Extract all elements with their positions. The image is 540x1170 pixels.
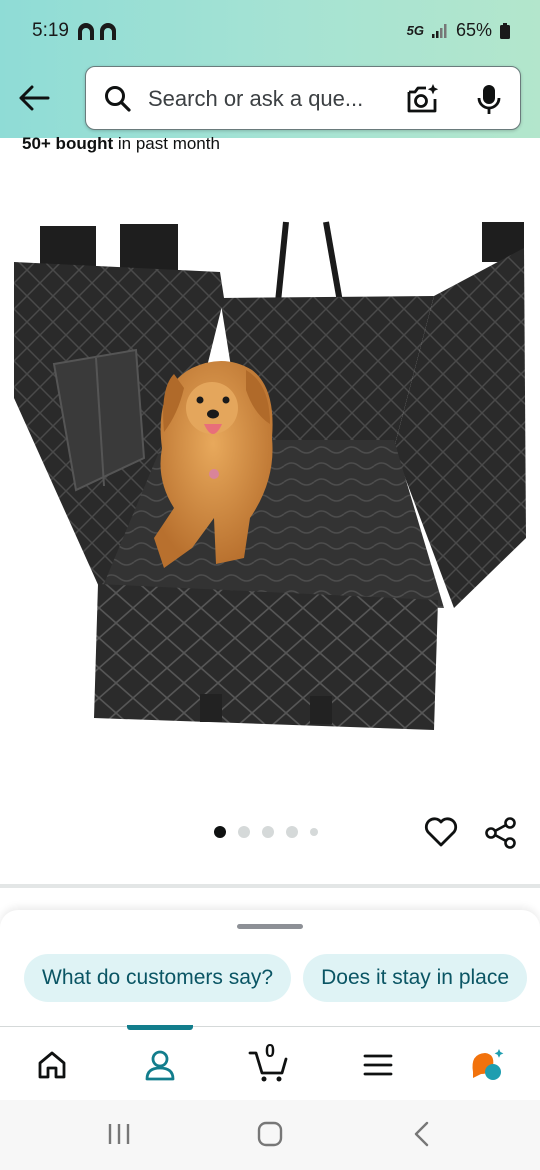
- battery-label: 65%: [455, 20, 492, 40]
- header: [0, 62, 540, 138]
- system-back-icon[interactable]: [410, 1120, 434, 1153]
- suggestion-chips: What do customers say? Does it stay in p…: [24, 954, 528, 1002]
- rufus-icon[interactable]: [468, 1045, 508, 1085]
- account-icon[interactable]: [140, 1045, 180, 1085]
- search-icon: [104, 85, 132, 118]
- suggestion-chip[interactable]: Does it stay in place: [303, 954, 528, 1002]
- microphone-icon[interactable]: [476, 83, 502, 122]
- system-nav-bar: [0, 1100, 540, 1170]
- pagination-dot[interactable]: [214, 826, 226, 838]
- suggestion-sheet: What do customers say? Does it stay in p…: [0, 910, 540, 1028]
- status-time: 5:19: [32, 20, 69, 41]
- active-tab-indicator: [127, 1025, 193, 1030]
- notification-icons: [76, 22, 122, 47]
- home-button-icon[interactable]: [256, 1120, 284, 1153]
- pagination-dot[interactable]: [238, 826, 250, 838]
- section-divider: [0, 884, 540, 888]
- signal-icon: [431, 23, 447, 38]
- cart-count: 0: [264, 1041, 275, 1061]
- status-right: 5G 65%: [407, 20, 510, 41]
- image-pagination: [214, 826, 318, 838]
- pagination-dot[interactable]: [310, 828, 318, 836]
- home-icon[interactable]: [32, 1045, 72, 1085]
- bought-suffix: in past month: [113, 134, 220, 153]
- back-button[interactable]: [14, 78, 54, 118]
- heart-icon[interactable]: [424, 816, 458, 853]
- status-bar: 5:19 5G 65%: [0, 0, 540, 62]
- bottom-nav: 0: [0, 1025, 540, 1100]
- search-box[interactable]: [85, 66, 521, 130]
- product-image[interactable]: [14, 218, 526, 736]
- menu-icon[interactable]: [358, 1045, 398, 1085]
- back-arrow-icon: [19, 85, 50, 111]
- battery-icon: [500, 22, 510, 39]
- network-label: 5G: [406, 23, 424, 38]
- search-input[interactable]: [148, 85, 388, 113]
- pagination-dot[interactable]: [262, 826, 274, 838]
- camera-lens-icon[interactable]: [406, 83, 440, 120]
- share-icon[interactable]: [484, 816, 518, 855]
- drag-handle[interactable]: [237, 924, 303, 929]
- bought-in-past-month: 50+ bought in past month: [22, 134, 220, 154]
- pagination-dot[interactable]: [286, 826, 298, 838]
- suggestion-chip[interactable]: What do customers say?: [24, 954, 292, 1002]
- bought-count: 50+ bought: [22, 134, 114, 153]
- recent-apps-icon[interactable]: [106, 1120, 132, 1153]
